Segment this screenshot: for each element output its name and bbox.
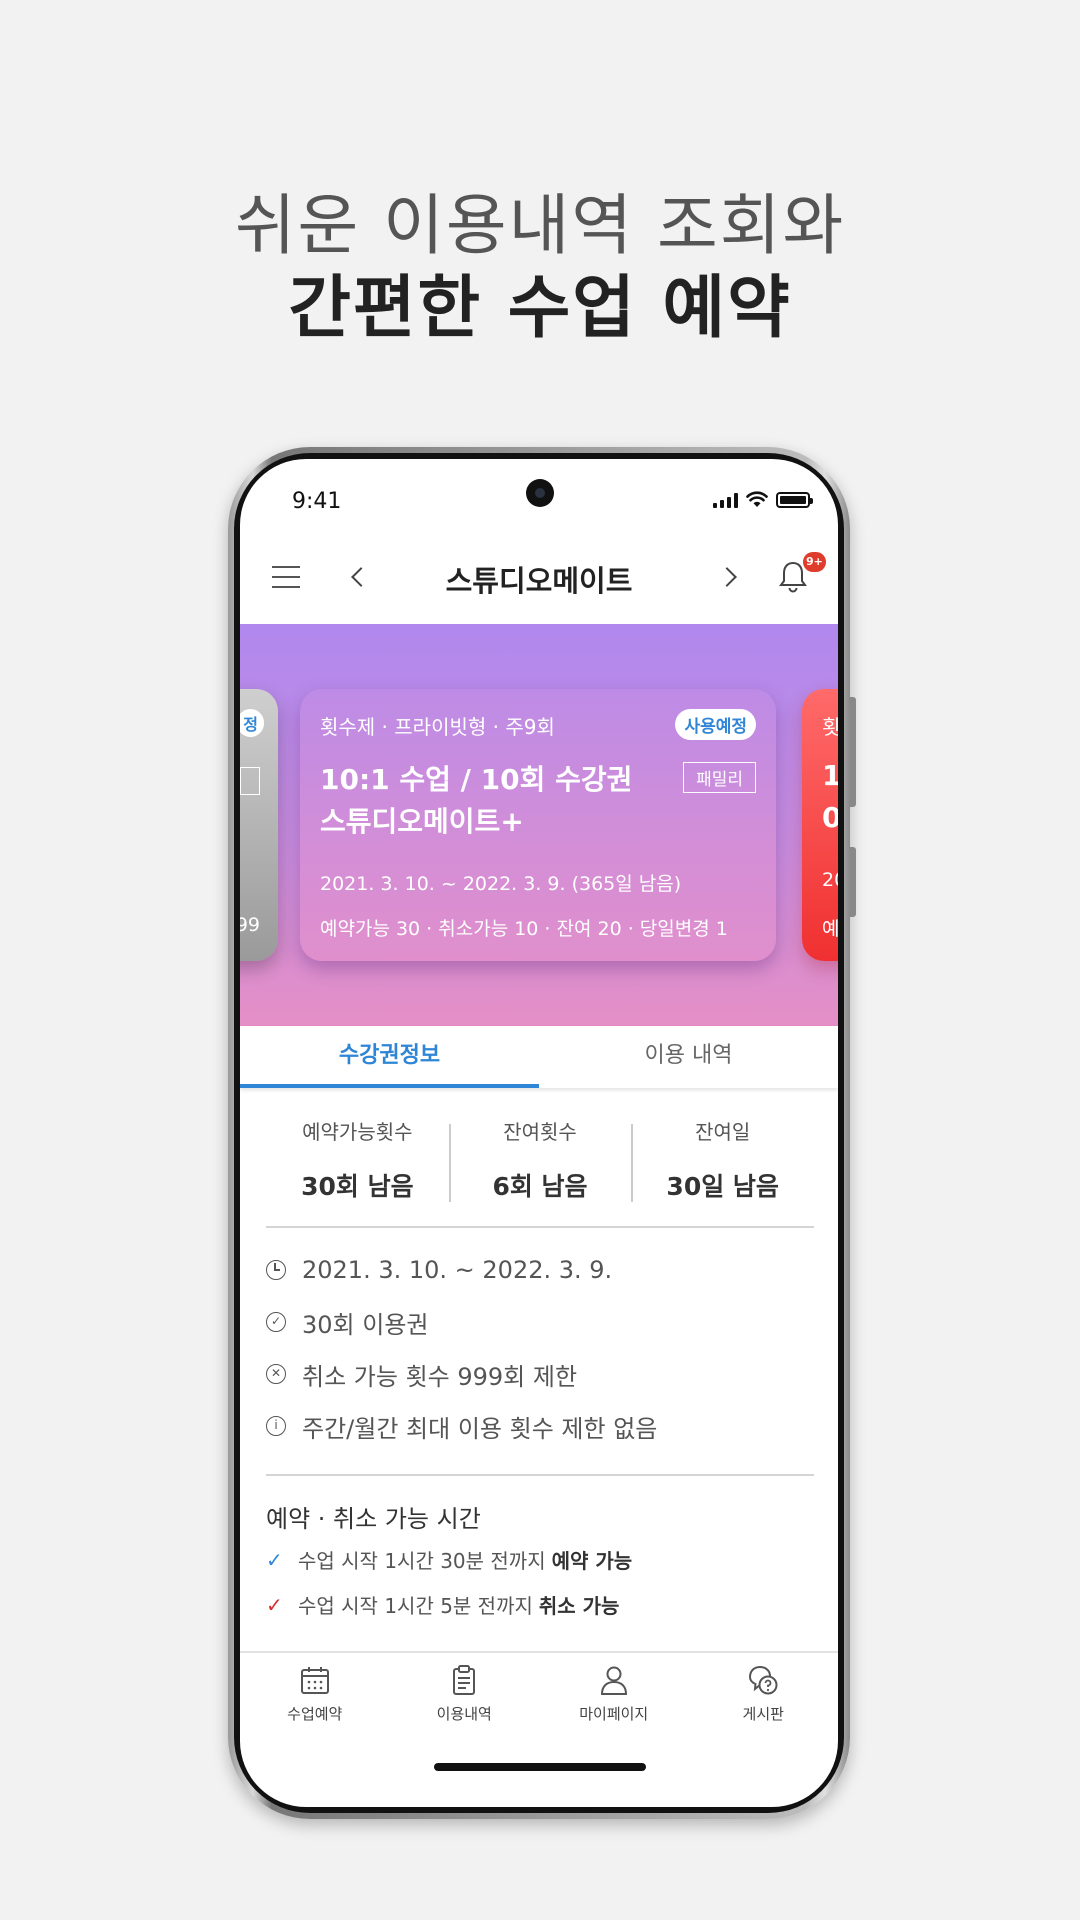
volume-button: [850, 697, 856, 807]
check-circle-icon: ✓: [266, 1312, 286, 1332]
person-icon: [600, 1666, 627, 1695]
signal-icon: [713, 492, 738, 508]
stat-remaining-count: 잔여횟수 6회 남음: [448, 1104, 632, 1214]
clock-icon: [266, 1260, 286, 1280]
phone-frame: 9:41 스튜디오메이트 9+ 정 99 횟수제 · 프라이빗형 · 주9회 사…: [228, 447, 856, 1819]
info-row-max-usage: i 주간/월간 최대 이용 횟수 제한 없음: [266, 1400, 814, 1452]
ticket-card-prev[interactable]: 정 99: [240, 689, 278, 961]
ticket-title: 10:1 수업 / 10회 수강권 스튜디오메이트+: [320, 759, 632, 843]
next-card-type: 횟: [822, 715, 838, 739]
next-card-title-1: 1: [822, 759, 838, 792]
stat-label: 잔여횟수: [503, 1120, 577, 1144]
rule-text: 수업 시작 1시간 30분 전까지: [298, 1549, 546, 1573]
ticket-title-line-2: 스튜디오메이트+: [320, 805, 524, 838]
next-card-period: 20: [822, 869, 838, 891]
status-time: 9:41: [292, 489, 342, 514]
info-icon: i: [266, 1416, 286, 1436]
divider: [266, 1226, 814, 1228]
stat-label: 예약가능횟수: [302, 1120, 413, 1144]
app-header: 스튜디오메이트 9+: [240, 534, 838, 624]
ticket-status-badge: 사용예정: [675, 709, 756, 740]
status-bar: 9:41: [240, 459, 838, 534]
rule-emphasis: 취소 가능: [538, 1594, 620, 1618]
info-text: 취소 가능 횟수 999회 제한: [302, 1362, 578, 1391]
prev-card-counts: 99: [240, 914, 260, 936]
ticket-carousel[interactable]: 정 99 횟수제 · 프라이빗형 · 주9회 사용예정 10:1 수업 / 10…: [240, 624, 838, 1026]
nav-my-page[interactable]: 마이페이지: [539, 1653, 689, 1735]
nav-label: 마이페이지: [579, 1705, 649, 1723]
front-camera: [526, 479, 554, 507]
nav-label: 수업예약: [287, 1705, 343, 1723]
family-tag: 패밀리: [683, 762, 756, 793]
rule-text: 수업 시작 1시간 5분 전까지: [298, 1594, 533, 1618]
calendar-icon: [300, 1667, 329, 1694]
reservation-rules: ✓ 수업 시작 1시간 30분 전까지 예약 가능 ✓ 수업 시작 1시간 5분…: [266, 1537, 632, 1627]
ticket-card-next[interactable]: 횟 1 0 20 예: [802, 689, 838, 961]
ticket-type: 횟수제 · 프라이빗형 · 주9회: [320, 715, 555, 739]
stat-value: 30회 남음: [301, 1172, 414, 1201]
rule-emphasis: 예약 가능: [551, 1549, 633, 1573]
chat-question-icon: [749, 1665, 778, 1695]
reservation-section-title: 예약 · 취소 가능 시간: [266, 1505, 481, 1533]
ticket-counts: 예약가능 30 · 취소가능 10 · 잔여 20 · 당일변경 1: [320, 918, 728, 940]
phone-screen: 9:41 스튜디오메이트 9+ 정 99 횟수제 · 프라이빗형 · 주9회 사…: [240, 459, 838, 1807]
nav-label: 이용내역: [436, 1705, 492, 1723]
stat-value: 30일 남음: [666, 1172, 779, 1201]
power-button: [850, 847, 856, 917]
battery-icon: [776, 492, 813, 508]
nav-usage-history[interactable]: 이용내역: [390, 1653, 540, 1735]
promo-headline: 쉬운 이용내역 조회와 간편한 수업 예약: [0, 185, 1080, 351]
wifi-icon: [746, 491, 768, 507]
stat-label: 잔여일: [695, 1120, 751, 1144]
ticket-card[interactable]: 횟수제 · 프라이빗형 · 주9회 사용예정 10:1 수업 / 10회 수강권…: [300, 689, 776, 961]
prev-card-tag: [240, 767, 260, 795]
bottom-nav: 수업예약 이용내역 마이페이지 게시판: [240, 1651, 838, 1735]
info-text: 주간/월간 최대 이용 횟수 제한 없음: [302, 1414, 658, 1443]
chevron-right-icon[interactable]: [718, 562, 742, 592]
check-icon: ✓: [266, 1592, 283, 1617]
info-text: 30회 이용권: [302, 1310, 429, 1339]
notification-badge: 9+: [803, 552, 826, 572]
stat-reservable: 예약가능횟수 30회 남음: [266, 1104, 449, 1214]
ticket-stats: 예약가능횟수 30회 남음 잔여횟수 6회 남음 잔여일 30일 남음: [266, 1104, 814, 1214]
nav-class-booking[interactable]: 수업예약: [240, 1653, 390, 1735]
nav-board[interactable]: 게시판: [689, 1653, 839, 1735]
x-circle-icon: ✕: [266, 1364, 286, 1384]
home-indicator[interactable]: [434, 1763, 646, 1771]
info-row-period: 2021. 3. 10. ~ 2022. 3. 9.: [266, 1244, 814, 1296]
stat-remaining-days: 잔여일 30일 남음: [631, 1104, 814, 1214]
check-icon: ✓: [266, 1547, 283, 1572]
ticket-info-list: 2021. 3. 10. ~ 2022. 3. 9. ✓ 30회 이용권 ✕ 취…: [266, 1244, 814, 1452]
cancel-rule: ✓ 수업 시작 1시간 5분 전까지 취소 가능: [266, 1582, 632, 1627]
ticket-title-line-1: 10:1 수업 / 10회 수강권: [320, 763, 633, 796]
info-text: 2021. 3. 10. ~ 2022. 3. 9.: [302, 1256, 613, 1284]
info-row-usage: ✓ 30회 이용권: [266, 1296, 814, 1348]
next-card-title-2: 0: [822, 801, 838, 834]
divider: [266, 1474, 814, 1476]
tab-usage-history[interactable]: 이용 내역: [539, 1026, 838, 1088]
promo-line-2: 간편한 수업 예약: [288, 269, 792, 348]
nav-label: 게시판: [742, 1705, 784, 1723]
clipboard-icon: [453, 1665, 476, 1695]
info-row-cancel-limit: ✕ 취소 가능 횟수 999회 제한: [266, 1348, 814, 1400]
prev-card-status: 정: [240, 709, 264, 737]
tab-ticket-info[interactable]: 수강권정보: [240, 1026, 539, 1088]
reservation-rule: ✓ 수업 시작 1시간 30분 전까지 예약 가능: [266, 1537, 632, 1582]
promo-line-1: 쉬운 이용내역 조회와: [234, 187, 846, 264]
next-card-counts: 예: [822, 918, 838, 940]
stat-value: 6회 남음: [492, 1172, 588, 1201]
detail-tabs: 수강권정보 이용 내역: [240, 1026, 838, 1088]
app-title: 스튜디오메이트: [445, 564, 633, 598]
ticket-period: 2021. 3. 10. ~ 2022. 3. 9. (365일 남음): [320, 873, 682, 895]
